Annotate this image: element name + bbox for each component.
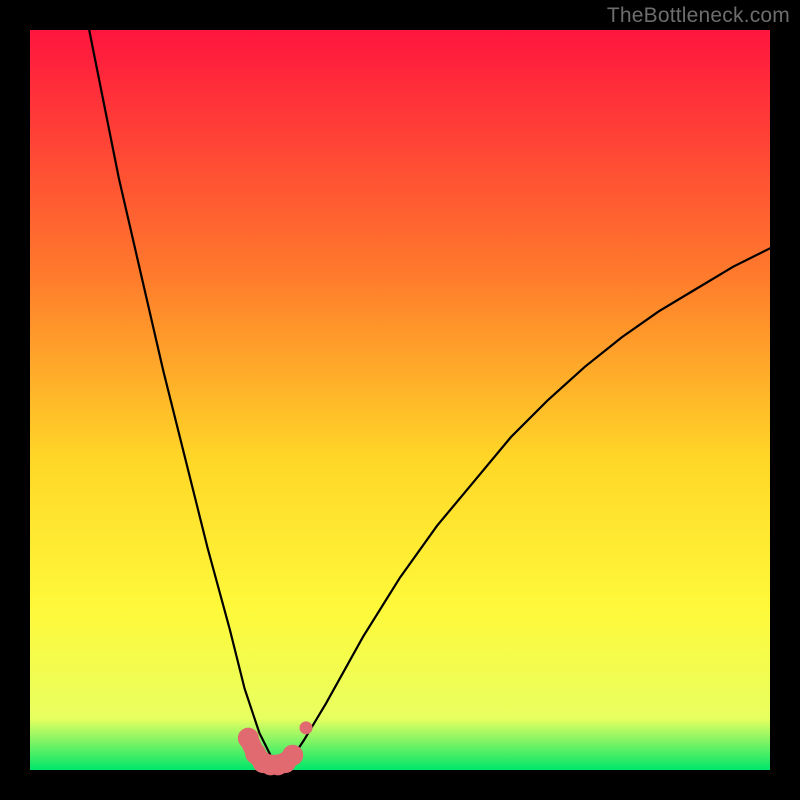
highlight-dot bbox=[282, 745, 303, 766]
bottleneck-chart bbox=[0, 0, 800, 800]
highlight-dot bbox=[300, 721, 313, 734]
plot-background bbox=[30, 30, 770, 770]
chart-container: TheBottleneck.com bbox=[0, 0, 800, 800]
watermark-text: TheBottleneck.com bbox=[607, 4, 790, 28]
